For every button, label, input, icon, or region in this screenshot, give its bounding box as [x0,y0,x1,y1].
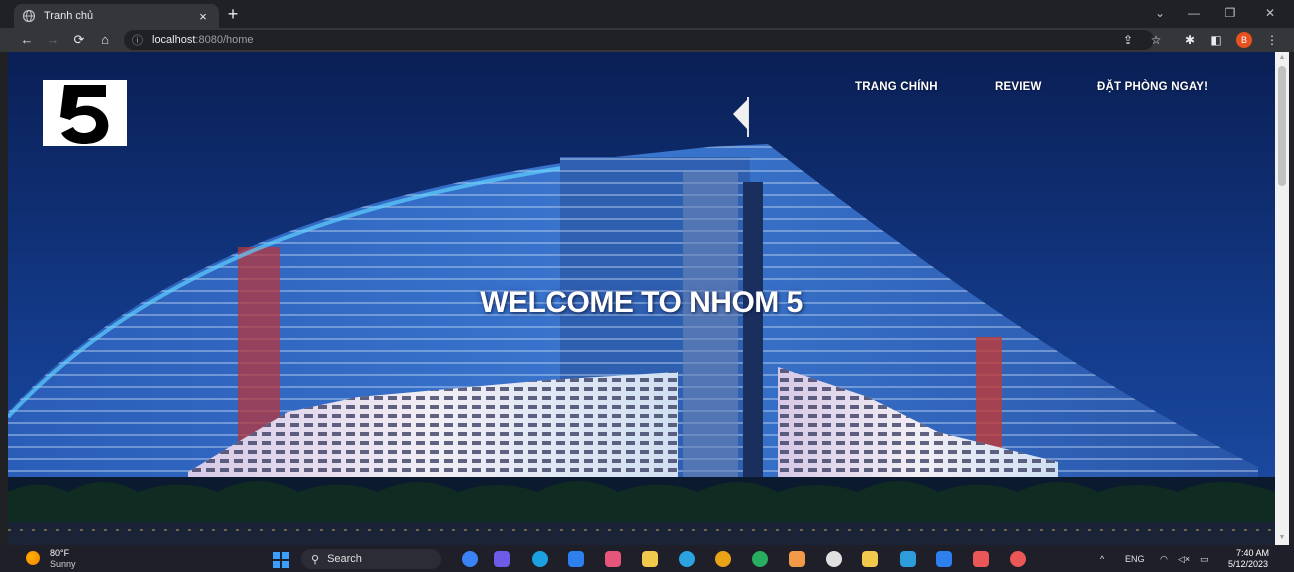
forward-icon[interactable]: → [42,30,64,50]
taskbar-search[interactable]: ⚲ Search [301,549,441,569]
profile-avatar[interactable]: B [1236,32,1252,48]
close-window-icon[interactable]: ✕ [1258,4,1282,22]
windows-taskbar: 80°F Sunny ⚲ Search ^ ENG ◠ ◁× ▭ 7:40 AM… [0,545,1294,572]
scroll-up-icon[interactable]: ▲ [1278,54,1286,64]
input-language[interactable]: ENG [1125,554,1145,564]
number-five-logo-icon [60,85,109,144]
chrome-active-app-icon[interactable] [1010,551,1026,567]
hero-welcome-heading: WELCOME TO NHOM 5 [480,286,803,319]
bing-app-icon[interactable] [462,551,478,567]
reload-icon[interactable]: ⟳ [68,30,90,50]
word-app-icon[interactable] [936,551,952,567]
side-panel-icon[interactable]: ◧ [1206,30,1226,50]
clock-date[interactable]: 5/12/2023 [1228,559,1268,569]
nav-review-link[interactable]: REVIEW [995,81,1042,93]
store-app-icon[interactable] [605,551,621,567]
telegram-app-icon[interactable] [679,551,695,567]
file-explorer-icon[interactable] [642,551,658,567]
scrollbar-thumb[interactable] [1278,66,1286,186]
page-scrollbar[interactable]: ▲ ▼ [1275,52,1289,545]
git-app-icon[interactable] [973,551,989,567]
minimize-icon[interactable]: — [1182,4,1206,22]
wifi-icon[interactable]: ◠ [1160,554,1168,565]
menu-kebab-icon[interactable]: ⋮ [1262,30,1282,50]
tab-close-icon[interactable]: × [195,8,211,24]
tray-chevron-up-icon[interactable]: ^ [1100,554,1104,564]
leaf-app-icon[interactable] [752,551,768,567]
scroll-down-icon[interactable]: ▼ [1278,534,1286,544]
sync-app-icon[interactable] [826,551,842,567]
orange-app-icon[interactable] [789,551,805,567]
paint-app-icon[interactable] [862,551,878,567]
share-icon[interactable]: ⇪ [1118,30,1138,50]
clock-time[interactable]: 7:40 AM [1236,548,1269,558]
weather-temperature: 80°F [50,548,70,558]
site-logo[interactable] [43,80,127,146]
meet-app-icon[interactable] [494,551,510,567]
extensions-icon[interactable]: ✱ [1180,30,1200,50]
browser-window: Tranh chủ × + ⌄ — ❐ ✕ ← → ⟳ ⌂ ⓘ localhos… [0,0,1294,572]
back-icon[interactable]: ← [16,30,38,50]
mail-app-icon[interactable] [568,551,584,567]
nav-book-now-link[interactable]: ĐẶT PHÒNG NGAY! [1097,81,1208,93]
start-windows-icon[interactable] [273,552,289,568]
speaker-muted-icon[interactable]: ◁× [1178,554,1190,565]
bookmark-star-icon[interactable]: ☆ [1146,30,1166,50]
weather-description: Sunny [50,559,76,569]
url-host: localhost [152,34,196,46]
address-bar[interactable]: ⓘ localhost:8080/home [124,30,1154,50]
taskbar-search-label: Search [327,553,362,565]
site-info-icon[interactable]: ⓘ [132,32,146,48]
tab-home[interactable]: Tranh chủ × [14,4,219,28]
tab-search-chevron-icon[interactable]: ⌄ [1148,4,1172,22]
restore-icon[interactable]: ❐ [1218,4,1242,22]
new-tab-button[interactable]: + [223,4,243,24]
zalo-app-icon[interactable] [900,551,916,567]
globe-icon [22,9,36,23]
home-icon[interactable]: ⌂ [94,30,116,50]
edge-app-icon[interactable] [532,551,548,567]
tab-title: Tranh chủ [44,10,94,22]
sun-weather-icon[interactable] [26,551,40,565]
url-path: :8080/home [195,34,254,46]
chrome-app-icon[interactable] [715,551,731,567]
nav-home-link[interactable]: TRANG CHÍNH [855,81,938,93]
battery-icon[interactable]: ▭ [1200,554,1209,565]
page-viewport: TRANG CHÍNH REVIEW ĐẶT PHÒNG NGAY! WELCO… [8,52,1275,545]
search-icon: ⚲ [311,553,320,566]
tab-strip: Tranh chủ × + ⌄ — ❐ ✕ [0,0,1294,28]
browser-toolbar: ← → ⟳ ⌂ ⓘ localhost:8080/home ⇪ ☆ ✱ ◧ B … [0,28,1294,52]
